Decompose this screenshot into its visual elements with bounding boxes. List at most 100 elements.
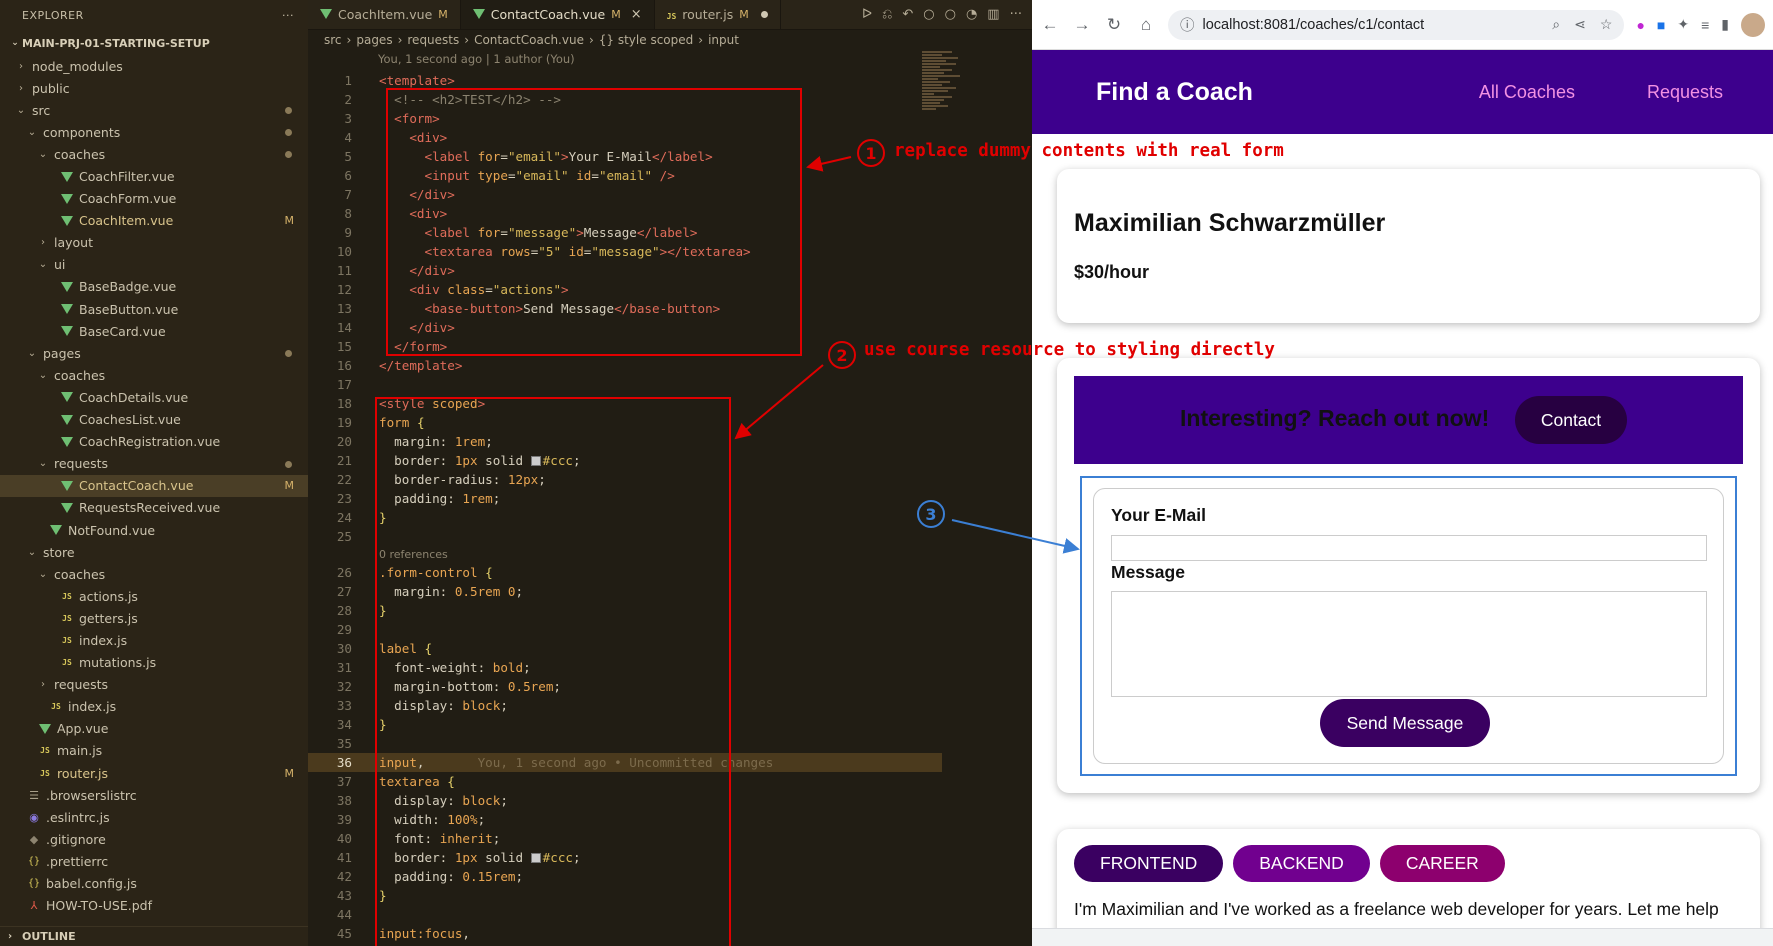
tab-coachitem-vue[interactable]: CoachItem.vue M bbox=[308, 0, 461, 29]
timeline-icon[interactable]: ◔ bbox=[966, 7, 977, 22]
breadcrumb-item[interactable]: requests bbox=[407, 33, 459, 47]
project-root[interactable]: ⌄ MAIN-PRJ-01-STARTING-SETUP bbox=[0, 32, 308, 54]
tree-item-ui[interactable]: ⌄ ui bbox=[0, 254, 308, 276]
breadcrumb-item[interactable]: input bbox=[708, 33, 739, 47]
tree-item-eslintrc-js[interactable]: ◉ .eslintrc.js bbox=[0, 806, 308, 828]
tree-item-notfound-vue[interactable]: NotFound.vue bbox=[0, 519, 308, 541]
go-back-icon[interactable]: ↶ bbox=[902, 7, 913, 22]
chevron-down-icon: ⌄ bbox=[38, 148, 48, 160]
vue-file-icon bbox=[47, 525, 65, 536]
contact-button[interactable]: Contact bbox=[1515, 396, 1627, 444]
annotation-box-style bbox=[375, 397, 731, 946]
outline-section[interactable]: › OUTLINE bbox=[0, 926, 308, 946]
explorer-menu-icon[interactable]: ··· bbox=[282, 9, 294, 22]
tree-item-node-modules[interactable]: › node_modules bbox=[0, 55, 308, 77]
tree-item-contactcoach-vue[interactable]: ContactCoach.vue M bbox=[0, 474, 308, 497]
breadcrumb-item[interactable]: pages bbox=[356, 33, 392, 47]
tree-item-public[interactable]: › public bbox=[0, 77, 308, 99]
sidepanel-icon[interactable]: ▮ bbox=[1721, 16, 1729, 33]
tree-item-gitignore[interactable]: ◆ .gitignore bbox=[0, 828, 308, 850]
app-title[interactable]: Find a Coach bbox=[1096, 78, 1253, 107]
tree-item-coachitem-vue[interactable]: CoachItem.vue M bbox=[0, 210, 308, 232]
profile-avatar[interactable] bbox=[1741, 12, 1765, 37]
tree-item-requests[interactable]: › requests bbox=[0, 674, 308, 696]
tree-item-prettierrc[interactable]: {} .prettierrc bbox=[0, 850, 308, 872]
tree-item-router-js[interactable]: JS router.js M bbox=[0, 762, 308, 784]
nav-requests[interactable]: Requests bbox=[1647, 82, 1723, 103]
reload-icon[interactable]: ↻ bbox=[1104, 15, 1124, 35]
tree-item-babel-config-js[interactable]: {} babel.config.js bbox=[0, 872, 308, 894]
next-change-icon[interactable]: ○ bbox=[945, 7, 956, 22]
breadcrumb-item[interactable]: src bbox=[324, 33, 342, 47]
split-editor-icon[interactable]: ▥ bbox=[987, 7, 999, 22]
unsaved-dot-icon[interactable] bbox=[760, 11, 768, 18]
tree-item-app-vue[interactable]: App.vue bbox=[0, 718, 308, 740]
tree-item-requests[interactable]: ⌄ requests bbox=[0, 453, 308, 475]
tree-item-coachregistration-vue[interactable]: CoachRegistration.vue bbox=[0, 431, 308, 453]
tree-item-getters-js[interactable]: JS getters.js bbox=[0, 607, 308, 629]
forward-icon[interactable]: → bbox=[1072, 15, 1092, 35]
tree-item-basebadge-vue[interactable]: BaseBadge.vue bbox=[0, 276, 308, 298]
tree-item-label: NotFound.vue bbox=[68, 522, 156, 538]
tree-item-layout[interactable]: › layout bbox=[0, 232, 308, 254]
tree-item-mutations-js[interactable]: JS mutations.js bbox=[0, 652, 308, 674]
back-icon[interactable]: ← bbox=[1040, 15, 1060, 35]
tree-item-coaches[interactable]: ⌄ coaches bbox=[0, 563, 308, 585]
tree-item-label: .prettierrc bbox=[46, 853, 109, 869]
tab-label: CoachItem.vue bbox=[338, 7, 433, 22]
tab-contactcoach-vue[interactable]: ContactCoach.vue M × bbox=[460, 0, 655, 29]
tree-item-coacheslist-vue[interactable]: CoachesList.vue bbox=[0, 409, 308, 431]
translate-icon[interactable]: ■ bbox=[1657, 17, 1665, 33]
home-icon[interactable]: ⌂ bbox=[1136, 15, 1156, 35]
tree-item-store[interactable]: ⌄ store bbox=[0, 541, 308, 563]
nav-all-coaches[interactable]: All Coaches bbox=[1479, 82, 1575, 103]
breadcrumb-item[interactable]: ContactCoach.vue bbox=[474, 33, 584, 47]
message-textarea[interactable] bbox=[1111, 591, 1707, 697]
media-icon[interactable]: ≡ bbox=[1701, 17, 1709, 33]
zoom-icon[interactable]: ⌕ bbox=[1552, 16, 1560, 33]
git-change-dot bbox=[285, 107, 292, 115]
tree-item-actions-js[interactable]: JS actions.js bbox=[0, 585, 308, 607]
tree-item-label: App.vue bbox=[57, 721, 109, 737]
tree-item-browserslistrc[interactable]: ☰ .browserslistrc bbox=[0, 784, 308, 806]
tree-item-basebutton-vue[interactable]: BaseButton.vue bbox=[0, 298, 308, 320]
tree-item-coaches[interactable]: ⌄ coaches bbox=[0, 143, 308, 165]
tab-router-js[interactable]: JS router.js M bbox=[655, 0, 781, 29]
send-message-button[interactable]: Send Message bbox=[1320, 699, 1490, 747]
git-change-dot bbox=[285, 350, 292, 358]
more-actions-icon[interactable]: ··· bbox=[1010, 7, 1022, 22]
tree-item-pages[interactable]: ⌄ pages bbox=[0, 342, 308, 364]
email-input[interactable] bbox=[1111, 535, 1707, 561]
tree-item-index-js[interactable]: JS index.js bbox=[0, 696, 308, 718]
tree-item-coachform-vue[interactable]: CoachForm.vue bbox=[0, 188, 308, 210]
git-compare-icon[interactable]: ⎌ bbox=[882, 7, 892, 22]
close-icon[interactable]: × bbox=[631, 7, 642, 22]
address-bar[interactable]: ⓘ localhost:8081/coaches/c1/contact ⌕ ⋖ … bbox=[1168, 9, 1625, 40]
tree-item-how-to-use-pdf[interactable]: ⅄ HOW-TO-USE.pdf bbox=[0, 895, 308, 917]
tree-item-src[interactable]: ⌄ src bbox=[0, 99, 308, 121]
breadcrumb-separator: › bbox=[698, 33, 704, 47]
js-file-icon: JS bbox=[51, 702, 61, 712]
chevron-down-icon: ⌄ bbox=[38, 568, 48, 580]
breadcrumb-item[interactable]: {} style scoped bbox=[599, 33, 693, 47]
share-icon[interactable]: ⋖ bbox=[1574, 16, 1586, 33]
extension-icon[interactable]: ● bbox=[1636, 17, 1644, 33]
outline-title: OUTLINE bbox=[22, 930, 76, 943]
tree-item-label: babel.config.js bbox=[46, 876, 137, 892]
run-icon[interactable]: ᐅ bbox=[862, 7, 872, 22]
puzzle-icon[interactable]: ✦ bbox=[1677, 16, 1689, 33]
tree-item-coaches[interactable]: ⌄ coaches bbox=[0, 364, 308, 386]
tree-item-basecard-vue[interactable]: BaseCard.vue bbox=[0, 320, 308, 342]
tree-item-main-js[interactable]: JS main.js bbox=[0, 740, 308, 762]
tree-item-index-js[interactable]: JS index.js bbox=[0, 629, 308, 651]
bookmark-star-icon[interactable]: ☆ bbox=[1600, 16, 1613, 33]
tree-item-coachdetails-vue[interactable]: CoachDetails.vue bbox=[0, 386, 308, 408]
breadcrumb: src › pages › requests › ContactCoach.vue › {} s… bbox=[308, 30, 1032, 50]
previous-change-icon[interactable]: ○ bbox=[923, 7, 934, 22]
tree-item-coachfilter-vue[interactable]: CoachFilter.vue bbox=[0, 165, 308, 187]
tab-modified-badge: M bbox=[438, 8, 448, 21]
site-info-icon[interactable]: ⓘ bbox=[1180, 14, 1195, 35]
tree-item-label: coaches bbox=[54, 367, 106, 383]
tree-item-requestsreceived-vue[interactable]: RequestsReceived.vue bbox=[0, 497, 308, 519]
tree-item-components[interactable]: ⌄ components bbox=[0, 121, 308, 143]
